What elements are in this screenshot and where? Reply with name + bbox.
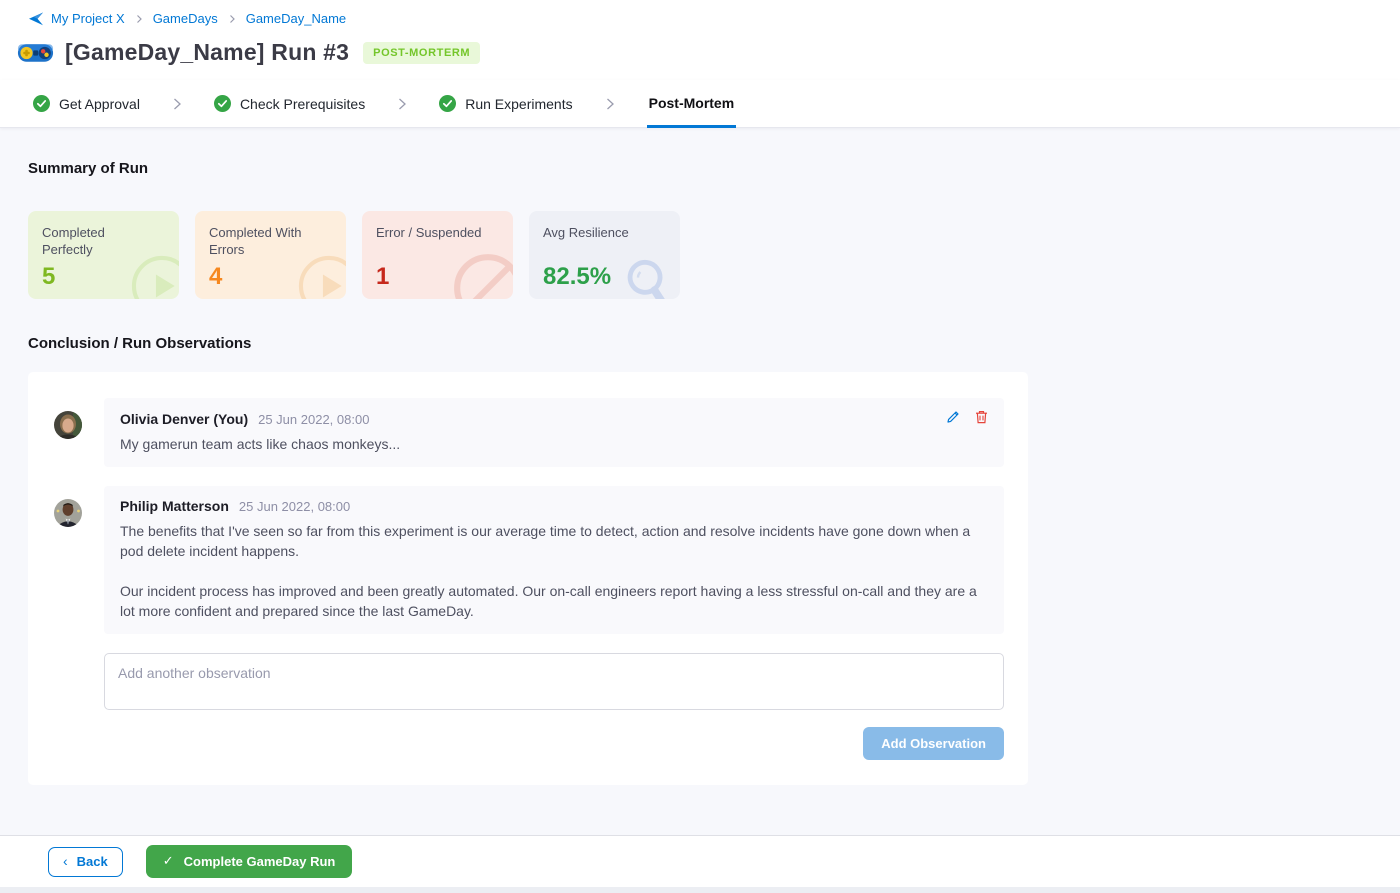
comment-timestamp: 25 Jun 2022, 08:00 (239, 499, 350, 514)
edit-icon[interactable] (946, 410, 960, 424)
complete-gameday-run-button[interactable]: ✓ Complete GameDay Run (146, 845, 353, 878)
stat-card-error-suspended: Error / Suspended 1 (362, 211, 513, 299)
status-badge: POST-MORTERM (363, 42, 480, 64)
tab-label: Check Prerequisites (240, 96, 365, 112)
footer-bar: ‹ Back ✓ Complete GameDay Run (0, 835, 1400, 887)
breadcrumb-link-project[interactable]: My Project X (51, 11, 125, 26)
add-observation-button[interactable]: Add Observation (863, 727, 1004, 760)
check-circle-icon (214, 95, 231, 112)
chevron-left-icon: ‹ (63, 854, 68, 868)
stat-card-completed-with-errors: Completed With Errors 4 (195, 211, 346, 299)
breadcrumb-link-gamedays[interactable]: GameDays (153, 11, 218, 26)
chevron-right-icon (170, 80, 184, 127)
chevron-right-icon (395, 80, 409, 127)
stat-value: 4 (209, 263, 332, 291)
summary-cards: Completed Perfectly 5 Completed With Err… (28, 211, 1372, 299)
delete-icon[interactable] (975, 410, 988, 424)
observations-panel: Olivia Denver (You) 25 Jun 2022, 08:00 (28, 372, 1028, 785)
page-header: My Project X GameDays GameDay_Name (0, 0, 1400, 80)
tab-label: Post-Mortem (649, 95, 735, 111)
chevron-right-icon (134, 14, 144, 24)
check-circle-icon (439, 95, 456, 112)
observation-comment: Philip Matterson 25 Jun 2022, 08:00 The … (54, 486, 1004, 634)
comment-author: Olivia Denver (You) (120, 411, 248, 427)
stat-value: 5 (42, 263, 165, 291)
tab-get-approval[interactable]: Get Approval (33, 80, 140, 127)
avatar (54, 499, 82, 527)
stat-value: 82.5% (543, 263, 666, 291)
tab-check-prerequisites[interactable]: Check Prerequisites (214, 80, 365, 127)
tab-label: Get Approval (59, 96, 140, 112)
page-title: [GameDay_Name] Run #3 (65, 39, 349, 66)
comment-author: Philip Matterson (120, 498, 229, 514)
back-button[interactable]: ‹ Back (48, 847, 123, 877)
stat-card-avg-resilience: Avg Resilience 82.5% (529, 211, 680, 299)
window-bottom-strip (0, 887, 1400, 893)
gamepad-icon (17, 40, 54, 66)
project-icon (28, 12, 44, 26)
chevron-right-icon (603, 80, 617, 127)
gameday-run-page: My Project X GameDays GameDay_Name (0, 0, 1400, 893)
comment-text: The benefits that I've seen so far from … (120, 521, 988, 621)
comment-bubble: Philip Matterson 25 Jun 2022, 08:00 The … (104, 486, 1004, 634)
comment-bubble: Olivia Denver (You) 25 Jun 2022, 08:00 (104, 398, 1004, 467)
check-circle-icon (33, 95, 50, 112)
stat-value: 1 (376, 263, 499, 291)
avatar (54, 411, 82, 439)
breadcrumb: My Project X GameDays GameDay_Name (0, 0, 1400, 26)
title-row: [GameDay_Name] Run #3 POST-MORTERM (0, 26, 1400, 80)
chevron-right-icon (227, 14, 237, 24)
check-icon: ✓ (163, 853, 174, 869)
comment-timestamp: 25 Jun 2022, 08:00 (258, 412, 369, 427)
add-observation-input[interactable] (104, 653, 1004, 710)
content-area: Summary of Run Completed Perfectly 5 Com… (0, 128, 1400, 835)
observations-heading: Conclusion / Run Observations (28, 335, 1372, 352)
comment-text: My gamerun team acts like chaos monkeys.… (120, 434, 988, 454)
run-steps-bar: Get Approval Check Prerequisites Run Exp… (0, 80, 1400, 128)
observation-comment: Olivia Denver (You) 25 Jun 2022, 08:00 (54, 398, 1004, 467)
tab-post-mortem[interactable]: Post-Mortem (647, 80, 737, 128)
stat-card-completed-perfectly: Completed Perfectly 5 (28, 211, 179, 299)
breadcrumb-link-gameday-name[interactable]: GameDay_Name (246, 11, 346, 26)
tab-label: Run Experiments (465, 96, 572, 112)
tab-run-experiments[interactable]: Run Experiments (439, 80, 572, 127)
summary-heading: Summary of Run (28, 160, 1372, 177)
